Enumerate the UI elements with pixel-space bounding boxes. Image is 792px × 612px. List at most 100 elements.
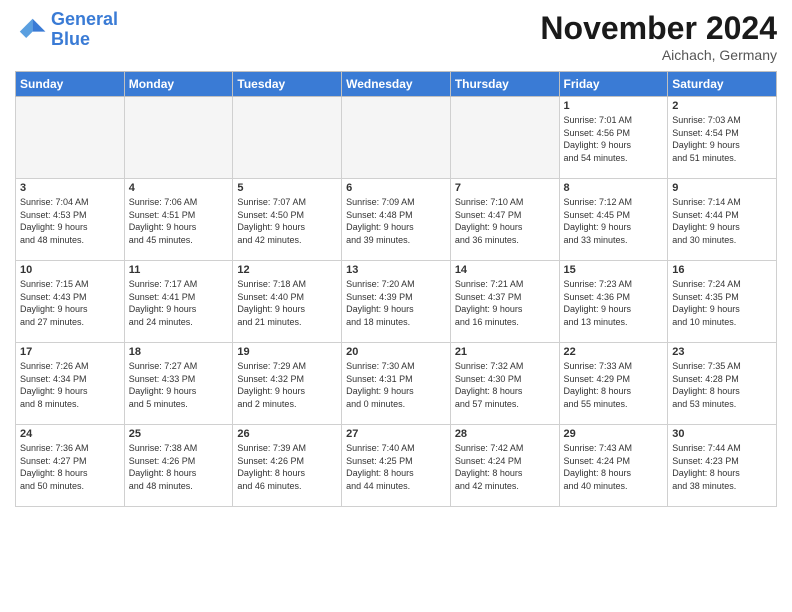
calendar-cell: 7 Sunrise: 7:10 AM Sunset: 4:47 PM Daylig… — [450, 179, 559, 261]
day-number: 12 — [237, 264, 337, 276]
day-number: 1 — [564, 100, 664, 112]
column-header-friday: Friday — [559, 72, 668, 97]
calendar-cell: 13 Sunrise: 7:20 AM Sunset: 4:39 PM Dayli… — [342, 261, 451, 343]
day-info: Sunrise: 7:42 AM Sunset: 4:24 PM Dayligh… — [455, 442, 555, 492]
day-info: Sunrise: 7:18 AM Sunset: 4:40 PM Dayligh… — [237, 278, 337, 328]
day-info: Sunrise: 7:12 AM Sunset: 4:45 PM Dayligh… — [564, 196, 664, 246]
day-info: Sunrise: 7:17 AM Sunset: 4:41 PM Dayligh… — [129, 278, 229, 328]
day-number: 25 — [129, 428, 229, 440]
calendar-cell: 18 Sunrise: 7:27 AM Sunset: 4:33 PM Dayli… — [124, 343, 233, 425]
day-info: Sunrise: 7:27 AM Sunset: 4:33 PM Dayligh… — [129, 360, 229, 410]
calendar-cell: 15Sunrise: 7:23 AM Sunset: 4:36 PM Dayli… — [559, 261, 668, 343]
page-header: General Blue November 2024 Aichach, Germ… — [15, 10, 777, 63]
column-header-wednesday: Wednesday — [342, 72, 451, 97]
day-number: 18 — [129, 346, 229, 358]
day-number: 11 — [129, 264, 229, 276]
calendar-cell: 2 Sunrise: 7:03 AM Sunset: 4:54 PM Daylig… — [668, 97, 777, 179]
day-number: 6 — [346, 182, 446, 194]
day-info: Sunrise: 7:23 AM Sunset: 4:36 PM Dayligh… — [564, 278, 664, 328]
day-info: Sunrise: 7:29 AM Sunset: 4:32 PM Dayligh… — [237, 360, 337, 410]
logo: General Blue — [15, 10, 118, 50]
day-number: 3 — [20, 182, 120, 194]
logo-text: General Blue — [51, 10, 118, 50]
day-number: 24 — [20, 428, 120, 440]
calendar-cell: 17 Sunrise: 7:26 AM Sunset: 4:34 PM Dayli… — [16, 343, 125, 425]
calendar-cell: 6 Sunrise: 7:09 AM Sunset: 4:48 PM Daylig… — [342, 179, 451, 261]
day-info: Sunrise: 7:43 AM Sunset: 4:24 PM Dayligh… — [564, 442, 664, 492]
day-number: 20 — [346, 346, 446, 358]
day-number: 9 — [672, 182, 772, 194]
day-info: Sunrise: 7:07 AM Sunset: 4:50 PM Dayligh… — [237, 196, 337, 246]
calendar-cell: 30 Sunrise: 7:44 AM Sunset: 4:23 PM Dayli… — [668, 425, 777, 507]
day-number: 30 — [672, 428, 772, 440]
day-number: 22 — [564, 346, 664, 358]
day-number: 29 — [564, 428, 664, 440]
column-header-monday: Monday — [124, 72, 233, 97]
day-info: Sunrise: 7:40 AM Sunset: 4:25 PM Dayligh… — [346, 442, 446, 492]
calendar-cell: 9 Sunrise: 7:14 AM Sunset: 4:44 PM Daylig… — [668, 179, 777, 261]
day-info: Sunrise: 7:38 AM Sunset: 4:26 PM Dayligh… — [129, 442, 229, 492]
day-number: 8 — [564, 182, 664, 194]
day-info: Sunrise: 7:36 AM Sunset: 4:27 PM Dayligh… — [20, 442, 120, 492]
calendar-cell: 29 Sunrise: 7:43 AM Sunset: 4:24 PM Dayli… — [559, 425, 668, 507]
calendar-cell — [233, 97, 342, 179]
calendar-cell: 27Sunrise: 7:40 AM Sunset: 4:25 PM Dayli… — [342, 425, 451, 507]
day-number: 4 — [129, 182, 229, 194]
day-info: Sunrise: 7:14 AM Sunset: 4:44 PM Dayligh… — [672, 196, 772, 246]
calendar-cell — [342, 97, 451, 179]
logo-line1: General — [51, 9, 118, 29]
calendar-cell: 21Sunrise: 7:32 AM Sunset: 4:30 PM Dayli… — [450, 343, 559, 425]
calendar-cell — [124, 97, 233, 179]
calendar-cell: 10 Sunrise: 7:15 AM Sunset: 4:43 PM Dayli… — [16, 261, 125, 343]
day-info: Sunrise: 7:30 AM Sunset: 4:31 PM Dayligh… — [346, 360, 446, 410]
day-info: Sunrise: 7:15 AM Sunset: 4:43 PM Dayligh… — [20, 278, 120, 328]
day-number: 10 — [20, 264, 120, 276]
calendar-cell: 3 Sunrise: 7:04 AM Sunset: 4:53 PM Daylig… — [16, 179, 125, 261]
day-number: 14 — [455, 264, 555, 276]
calendar-cell: 11 Sunrise: 7:17 AM Sunset: 4:41 PM Dayli… — [124, 261, 233, 343]
calendar-cell: 22 Sunrise: 7:33 AM Sunset: 4:29 PM Dayli… — [559, 343, 668, 425]
day-info: Sunrise: 7:26 AM Sunset: 4:34 PM Dayligh… — [20, 360, 120, 410]
week-row-5: 24 Sunrise: 7:36 AM Sunset: 4:27 PM Dayli… — [16, 425, 777, 507]
day-info: Sunrise: 7:04 AM Sunset: 4:53 PM Dayligh… — [20, 196, 120, 246]
day-info: Sunrise: 7:39 AM Sunset: 4:26 PM Dayligh… — [237, 442, 337, 492]
column-header-saturday: Saturday — [668, 72, 777, 97]
day-info: Sunrise: 7:35 AM Sunset: 4:28 PM Dayligh… — [672, 360, 772, 410]
calendar-cell: 5 Sunrise: 7:07 AM Sunset: 4:50 PM Daylig… — [233, 179, 342, 261]
day-info: Sunrise: 7:10 AM Sunset: 4:47 PM Dayligh… — [455, 196, 555, 246]
calendar-cell: 20 Sunrise: 7:30 AM Sunset: 4:31 PM Dayli… — [342, 343, 451, 425]
calendar-cell: 25 Sunrise: 7:38 AM Sunset: 4:26 PM Dayli… — [124, 425, 233, 507]
day-info: Sunrise: 7:01 AM Sunset: 4:56 PM Dayligh… — [564, 114, 664, 164]
column-header-sunday: Sunday — [16, 72, 125, 97]
week-row-3: 10 Sunrise: 7:15 AM Sunset: 4:43 PM Dayli… — [16, 261, 777, 343]
week-row-1: 1 Sunrise: 7:01 AM Sunset: 4:56 PM Daylig… — [16, 97, 777, 179]
day-number: 5 — [237, 182, 337, 194]
day-number: 7 — [455, 182, 555, 194]
day-info: Sunrise: 7:21 AM Sunset: 4:37 PM Dayligh… — [455, 278, 555, 328]
day-number: 2 — [672, 100, 772, 112]
calendar-cell: 28Sunrise: 7:42 AM Sunset: 4:24 PM Dayli… — [450, 425, 559, 507]
column-header-thursday: Thursday — [450, 72, 559, 97]
header-row: SundayMondayTuesdayWednesdayThursdayFrid… — [16, 72, 777, 97]
day-number: 13 — [346, 264, 446, 276]
calendar-cell: 24 Sunrise: 7:36 AM Sunset: 4:27 PM Dayli… — [16, 425, 125, 507]
day-info: Sunrise: 7:33 AM Sunset: 4:29 PM Dayligh… — [564, 360, 664, 410]
day-number: 23 — [672, 346, 772, 358]
calendar-cell: 8 Sunrise: 7:12 AM Sunset: 4:45 PM Daylig… — [559, 179, 668, 261]
day-number: 17 — [20, 346, 120, 358]
day-info: Sunrise: 7:03 AM Sunset: 4:54 PM Dayligh… — [672, 114, 772, 164]
title-area: November 2024 Aichach, Germany — [540, 10, 777, 63]
day-info: Sunrise: 7:24 AM Sunset: 4:35 PM Dayligh… — [672, 278, 772, 328]
month-title: November 2024 — [540, 10, 777, 47]
calendar-cell — [16, 97, 125, 179]
calendar-table: SundayMondayTuesdayWednesdayThursdayFrid… — [15, 71, 777, 507]
week-row-2: 3 Sunrise: 7:04 AM Sunset: 4:53 PM Daylig… — [16, 179, 777, 261]
calendar-cell: 4Sunrise: 7:06 AM Sunset: 4:51 PM Daylig… — [124, 179, 233, 261]
calendar-cell: 23 Sunrise: 7:35 AM Sunset: 4:28 PM Dayli… — [668, 343, 777, 425]
day-number: 19 — [237, 346, 337, 358]
day-info: Sunrise: 7:09 AM Sunset: 4:48 PM Dayligh… — [346, 196, 446, 246]
day-info: Sunrise: 7:44 AM Sunset: 4:23 PM Dayligh… — [672, 442, 772, 492]
day-info: Sunrise: 7:20 AM Sunset: 4:39 PM Dayligh… — [346, 278, 446, 328]
logo-icon — [15, 14, 47, 46]
day-number: 26 — [237, 428, 337, 440]
